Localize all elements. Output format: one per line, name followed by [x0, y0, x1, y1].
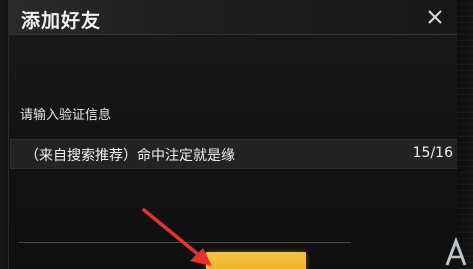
stage: 添加好友 请输入验证信息 （来自搜索推荐）命中注定就是缘 15/16 [0, 0, 473, 269]
right-edge [457, 0, 473, 269]
dialog-title: 添加好友 [21, 10, 102, 32]
red-arrow-icon [142, 208, 212, 266]
left-edge [0, 0, 8, 269]
dialog-header: 添加好友 [9, 0, 458, 35]
verification-input-value: （来自搜索推荐）命中注定就是缘 [25, 148, 235, 164]
site-logo-icon [445, 236, 467, 266]
char-counter: 15/16 [412, 145, 453, 161]
close-icon [428, 10, 442, 24]
add-friend-dialog: 添加好友 请输入验证信息 [8, 0, 458, 269]
confirm-button[interactable] [206, 252, 306, 269]
close-button[interactable] [422, 4, 448, 30]
verification-input[interactable]: （来自搜索推荐）命中注定就是缘 15/16 [10, 139, 468, 169]
verification-prompt-label: 请输入验证信息 [20, 108, 112, 123]
